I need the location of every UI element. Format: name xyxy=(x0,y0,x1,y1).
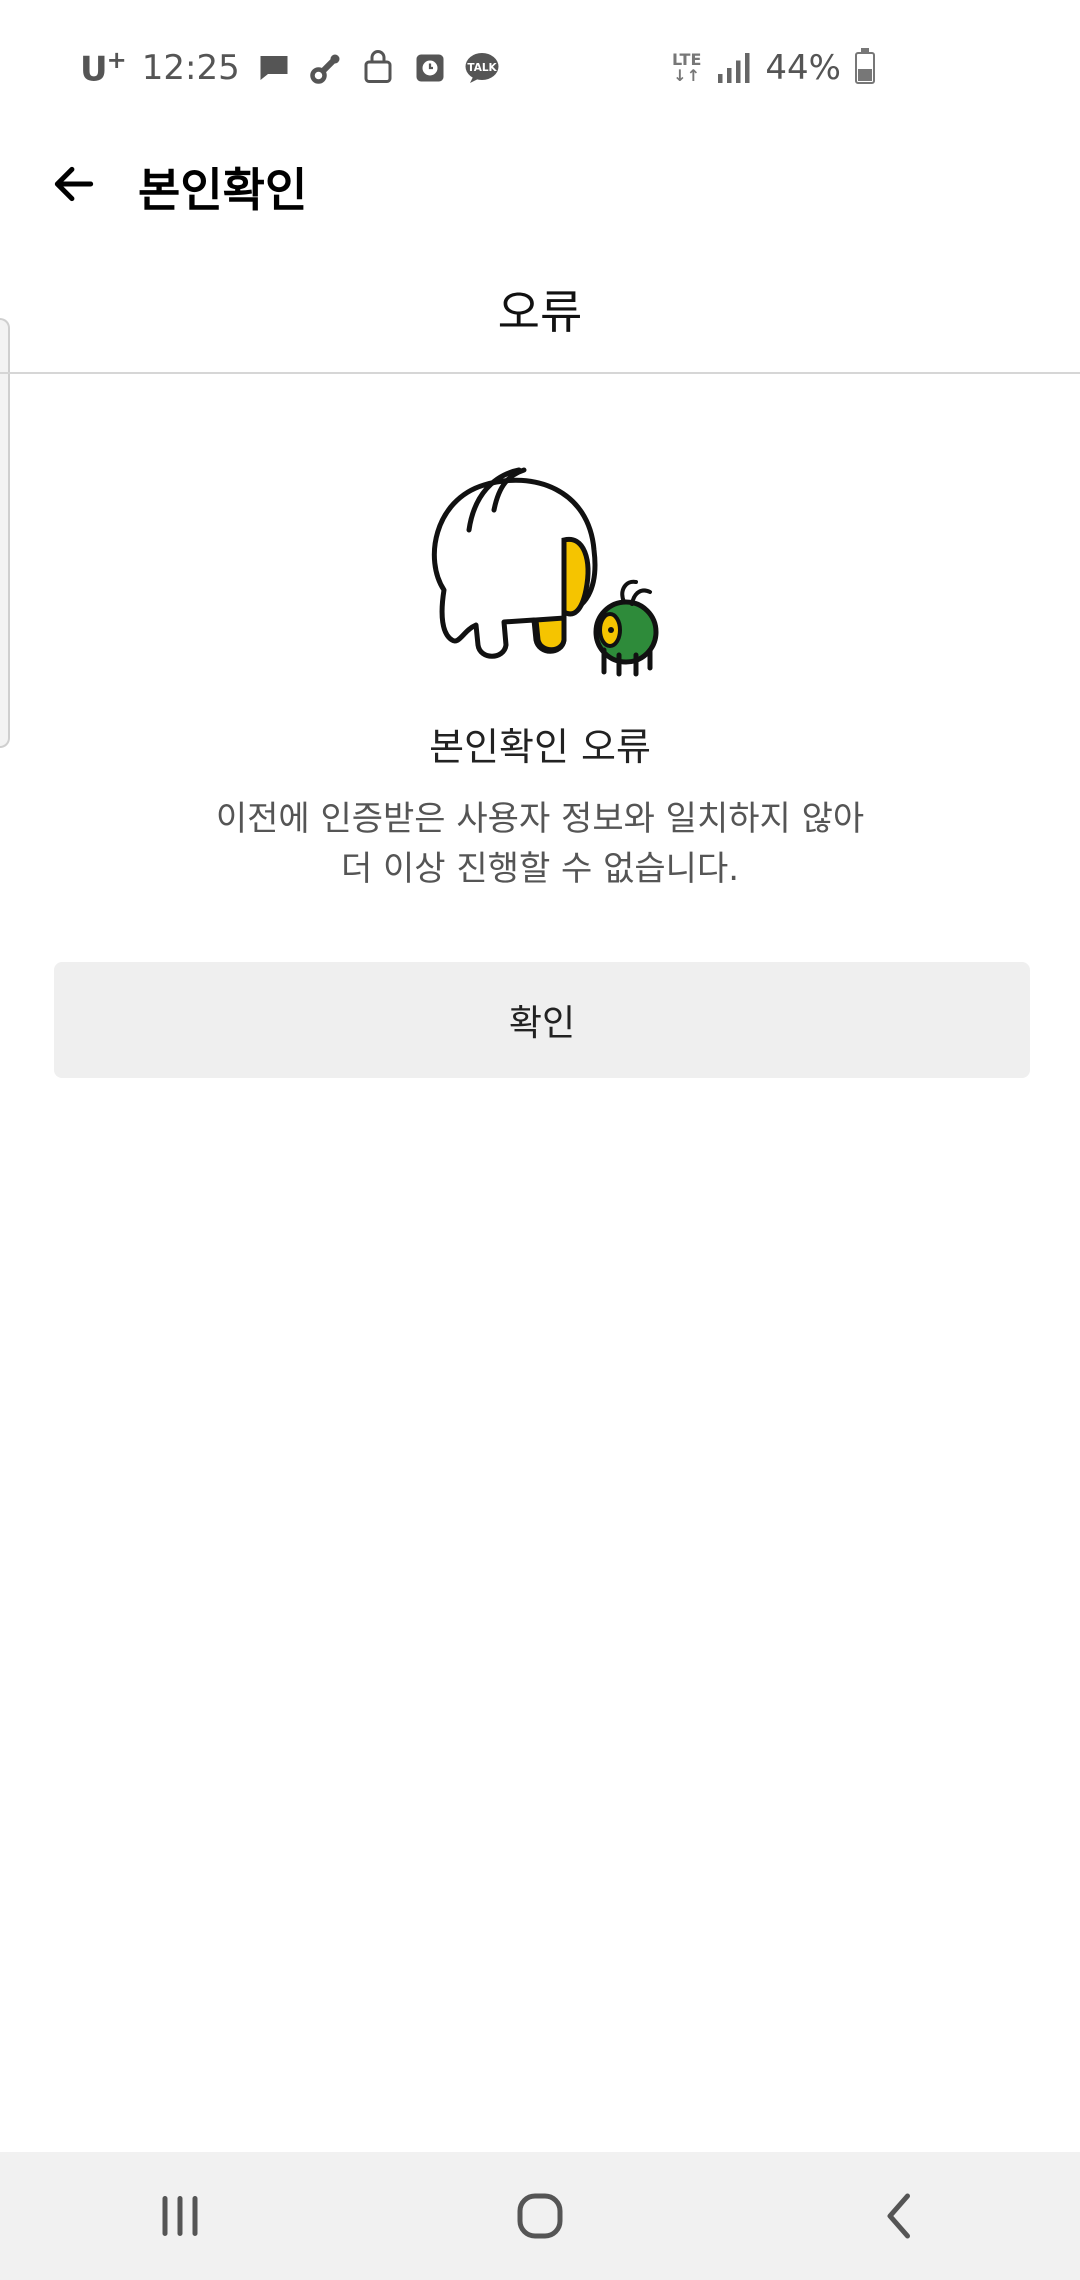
status-bar: U+ 12:25 TALK LTE ↓↑ 44% xyxy=(0,0,1080,136)
bag-icon xyxy=(360,50,396,86)
divider xyxy=(0,372,1080,374)
error-character-illustration xyxy=(414,440,674,680)
home-icon xyxy=(517,2193,563,2239)
page-title: 본인확인 xyxy=(138,163,308,217)
error-message: 이전에 인증받은 사용자 정보와 일치하지 않아 더 이상 진행할 수 없습니다… xyxy=(0,794,1080,894)
svg-text:TALK: TALK xyxy=(467,62,497,74)
clock-app-icon xyxy=(412,50,448,86)
error-message-line1: 이전에 인증받은 사용자 정보와 일치하지 않아 xyxy=(215,799,865,839)
error-heading: 본인확인 오류 xyxy=(429,725,651,769)
network-type: LTE ↓↑ xyxy=(672,50,702,85)
arrow-left-icon xyxy=(54,166,94,202)
screen: U+ 12:25 TALK LTE ↓↑ 44% 본인확인 오류 본인확인 오류… xyxy=(0,0,1080,2280)
nav-back-button[interactable] xyxy=(840,2166,960,2266)
status-right: LTE ↓↑ 44% xyxy=(672,0,875,136)
back-icon xyxy=(887,2193,910,2239)
edge-panel-handle[interactable] xyxy=(0,318,10,748)
message-icon xyxy=(256,50,292,86)
battery-percent: 44% xyxy=(765,48,841,88)
system-nav-bar xyxy=(0,2152,1080,2280)
app-header: 본인확인 xyxy=(0,136,1080,232)
dialog-title: 오류 xyxy=(497,285,583,339)
confirm-button[interactable]: 확인 xyxy=(54,962,1030,1078)
carrier-label: U+ xyxy=(80,46,127,90)
status-time: 12:25 xyxy=(141,47,240,88)
signal-icon xyxy=(715,50,751,86)
kakaotalk-icon: TALK xyxy=(464,50,500,86)
recent-apps-button[interactable] xyxy=(120,2166,240,2266)
battery-icon xyxy=(854,48,875,84)
tool-icon xyxy=(308,50,344,86)
recent-apps-icon xyxy=(162,2196,198,2236)
home-button[interactable] xyxy=(480,2166,600,2266)
status-left: U+ 12:25 TALK xyxy=(80,46,500,90)
error-message-line2: 더 이상 진행할 수 없습니다. xyxy=(340,849,740,889)
back-button[interactable] xyxy=(40,150,108,218)
